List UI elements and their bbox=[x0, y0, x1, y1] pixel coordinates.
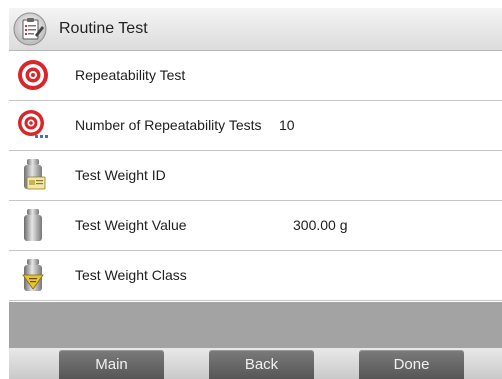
weight-icon bbox=[15, 207, 51, 243]
row-test-weight-value[interactable]: Test Weight Value 300.00 g bbox=[9, 201, 502, 251]
row-test-weight-id[interactable]: Test Weight ID bbox=[9, 151, 502, 201]
row-label: Test Weight Value bbox=[75, 217, 187, 233]
target-icon bbox=[15, 57, 51, 93]
row-repeatability-test[interactable]: Repeatability Test bbox=[9, 51, 502, 101]
row-number-of-repeatability-tests[interactable]: Number of Repeatability Tests 10 bbox=[9, 101, 502, 151]
settings-list: Repeatability Test Number of Repeatabili… bbox=[9, 51, 502, 301]
row-value: 300.00 g bbox=[293, 217, 348, 233]
empty-area bbox=[9, 302, 502, 348]
row-value: 10 bbox=[279, 117, 295, 133]
done-button[interactable]: Done bbox=[359, 350, 464, 379]
row-label: Test Weight Class bbox=[75, 267, 187, 283]
row-label: Number of Repeatability Tests bbox=[75, 117, 262, 133]
weight-class-icon bbox=[15, 257, 51, 293]
row-label: Test Weight ID bbox=[75, 167, 166, 183]
screen: Routine Test Repeatability Test Number o… bbox=[9, 8, 502, 379]
row-label: Repeatability Test bbox=[75, 67, 186, 83]
main-button[interactable]: Main bbox=[59, 350, 164, 379]
page-title: Routine Test bbox=[59, 20, 148, 37]
back-button[interactable]: Back bbox=[209, 350, 314, 379]
bottom-button-bar: Main Back Done bbox=[9, 348, 502, 379]
row-test-weight-class[interactable]: Test Weight Class bbox=[9, 251, 502, 301]
weight-id-icon bbox=[15, 157, 51, 193]
clipboard-checklist-icon bbox=[11, 12, 51, 46]
title-bar: Routine Test bbox=[9, 8, 502, 51]
target-count-icon bbox=[15, 107, 51, 143]
